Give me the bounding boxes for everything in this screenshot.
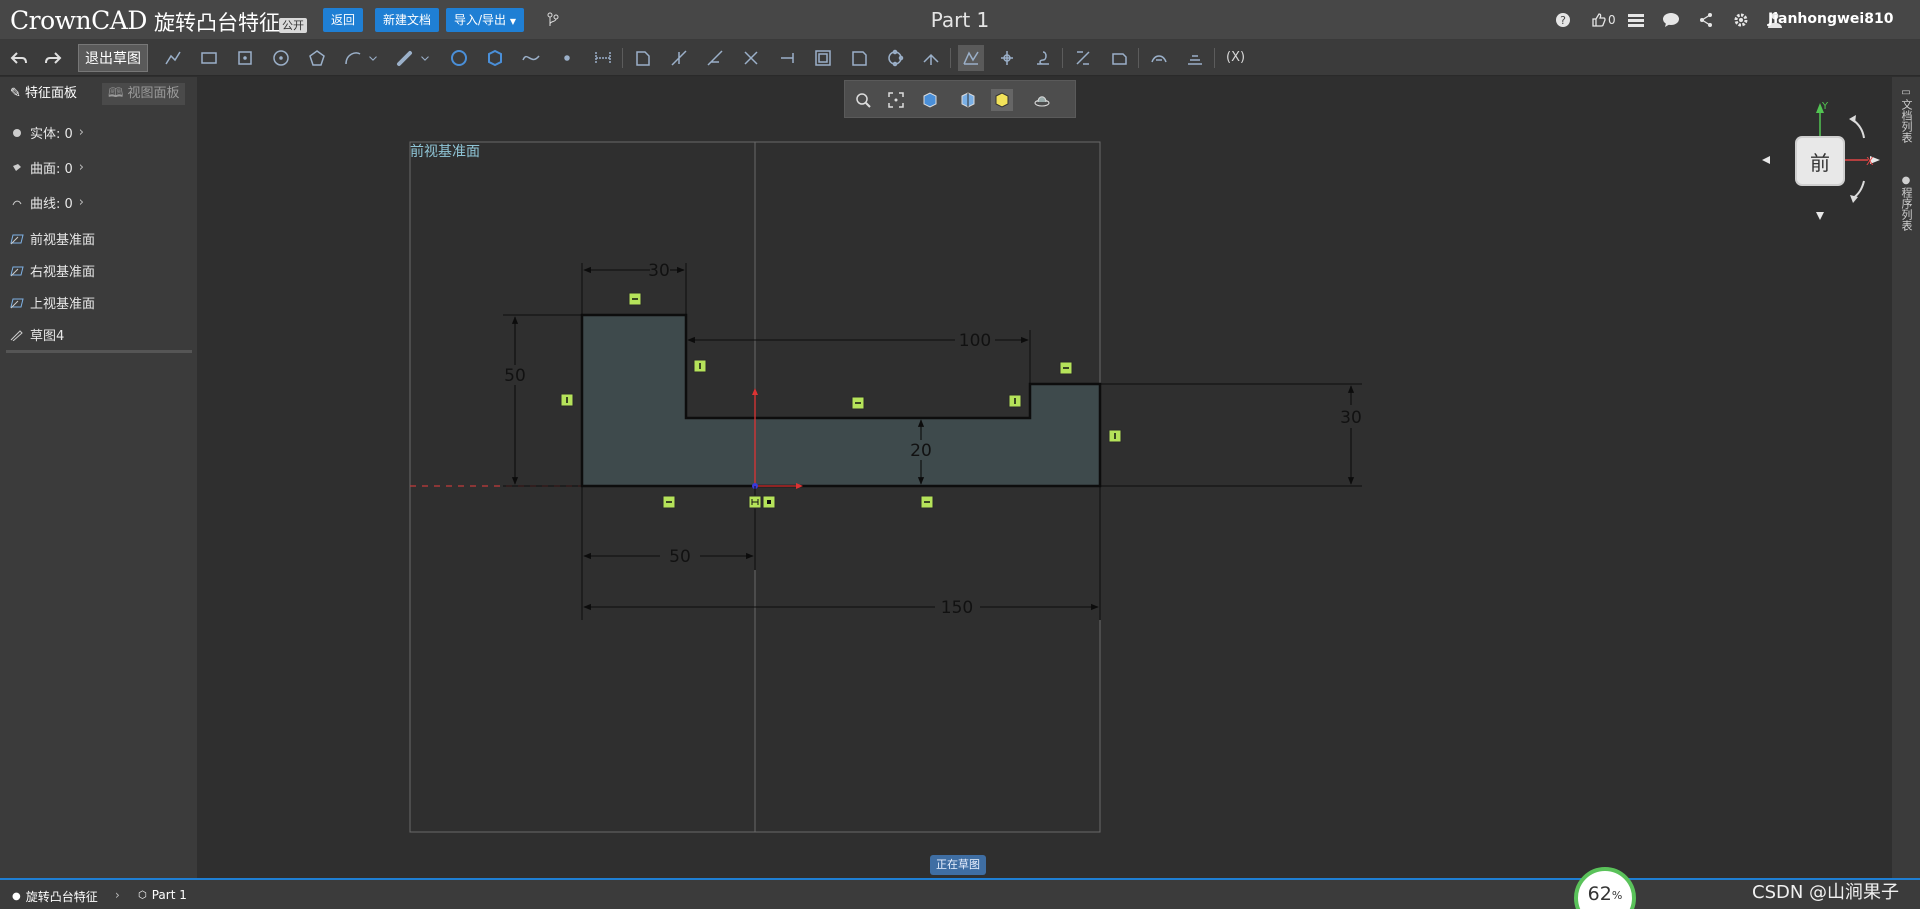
breadcrumb-document-label: 旋转凸台特征 bbox=[25, 890, 98, 904]
program-icon: ● bbox=[1901, 175, 1911, 186]
dim-origin-offset[interactable]: 50 bbox=[669, 547, 691, 567]
y-axis-label: Y bbox=[1821, 101, 1829, 112]
dim-right-height[interactable]: 30 bbox=[1340, 408, 1362, 428]
breadcrumb-document[interactable]: ● 旋转凸台特征 bbox=[12, 888, 98, 905]
x-axis-label: X bbox=[1866, 155, 1874, 168]
view-cube-front-face[interactable]: 前 bbox=[1797, 138, 1843, 184]
zoom-fit-icon[interactable] bbox=[852, 89, 874, 111]
folder-icon: ▭ bbox=[1901, 87, 1911, 98]
view-toolbar bbox=[844, 80, 1076, 118]
breadcrumb-part[interactable]: ⬡ Part 1 bbox=[138, 888, 187, 902]
watermark: CSDN @山涧果子 bbox=[1752, 882, 1900, 903]
sketch-canvas[interactable]: 30 50 100 20 30 50 150 前视基准面 bbox=[0, 0, 1920, 909]
plane-label: 前视基准面 bbox=[410, 143, 480, 160]
rotate-left-arrow[interactable] bbox=[1762, 156, 1770, 164]
dim-top-width[interactable]: 30 bbox=[648, 261, 670, 281]
program-list-label: 程序列表 bbox=[1900, 187, 1913, 231]
document-icon: ● bbox=[12, 891, 21, 902]
appearance-icon[interactable] bbox=[1025, 89, 1059, 111]
roll-cw-arrow bbox=[1849, 115, 1856, 123]
program-list-tab[interactable]: ● 程序列表 bbox=[1899, 175, 1913, 231]
dim-total-width[interactable]: 150 bbox=[941, 598, 973, 618]
zoom-area-icon[interactable] bbox=[885, 89, 907, 111]
progress-unit: % bbox=[1611, 889, 1623, 902]
progress-value: 62 bbox=[1587, 883, 1612, 905]
sketching-status-badge: 正在草图 bbox=[930, 855, 986, 875]
dim-slot-width[interactable]: 100 bbox=[959, 331, 991, 351]
document-list-label: 文档列表 bbox=[1900, 99, 1913, 143]
view-orientation-icon[interactable] bbox=[919, 89, 941, 111]
right-sidebar: ▭ 文档列表 ● 程序列表 bbox=[1892, 77, 1920, 878]
dim-left-height[interactable]: 50 bbox=[504, 366, 526, 386]
part-cube-icon: ⬡ bbox=[138, 889, 147, 901]
document-list-tab[interactable]: ▭ 文档列表 bbox=[1899, 87, 1913, 143]
origin-y-arrow bbox=[752, 388, 758, 395]
breadcrumb-part-label: Part 1 bbox=[151, 888, 187, 902]
breadcrumb-separator-icon: › bbox=[115, 888, 120, 902]
dim-bottom-thickness[interactable]: 20 bbox=[910, 441, 932, 461]
section-view-icon[interactable] bbox=[957, 89, 979, 111]
shaded-display-icon[interactable] bbox=[991, 89, 1013, 111]
sketch-profile[interactable] bbox=[580, 313, 1102, 488]
rotate-down-arrow[interactable] bbox=[1816, 212, 1824, 220]
